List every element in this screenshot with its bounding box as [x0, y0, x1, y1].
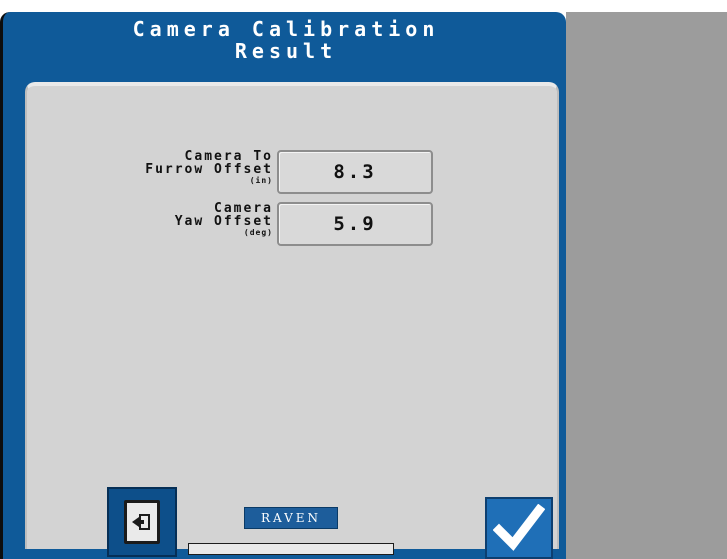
right-side-gray-area	[566, 12, 727, 559]
title-line-1: Camera Calibration	[132, 17, 440, 41]
exit-arrow-icon	[132, 514, 150, 530]
furrow-offset-label-line-2: Furrow Offset	[145, 162, 273, 177]
furrow-offset-label: Camera To Furrow Offset (in)	[145, 150, 273, 186]
panel-title: Camera Calibration Result	[21, 18, 551, 62]
results-content-area: Camera To Furrow Offset (in) 8.3 Camera …	[25, 82, 559, 549]
exit-door-icon	[124, 500, 160, 544]
yaw-offset-unit: (deg)	[243, 228, 273, 237]
checkmark-icon	[493, 504, 545, 551]
title-line-2: Result	[234, 39, 338, 63]
exit-button[interactable]	[107, 487, 177, 557]
yaw-offset-value[interactable]: 5.9	[277, 202, 433, 246]
yaw-offset-label-line-2: Yaw Offset	[174, 214, 273, 229]
bottom-toolbar: RAVEN	[3, 487, 569, 559]
furrow-offset-value[interactable]: 8.3	[277, 150, 433, 194]
raven-logo: RAVEN	[244, 507, 338, 529]
furrow-offset-unit: (in)	[249, 176, 273, 185]
calibration-result-panel: Camera Calibration Result Camera To Furr…	[0, 12, 566, 559]
progress-bar	[188, 543, 394, 555]
confirm-button[interactable]	[485, 497, 553, 559]
yaw-offset-label: Camera Yaw Offset (deg)	[175, 202, 273, 238]
